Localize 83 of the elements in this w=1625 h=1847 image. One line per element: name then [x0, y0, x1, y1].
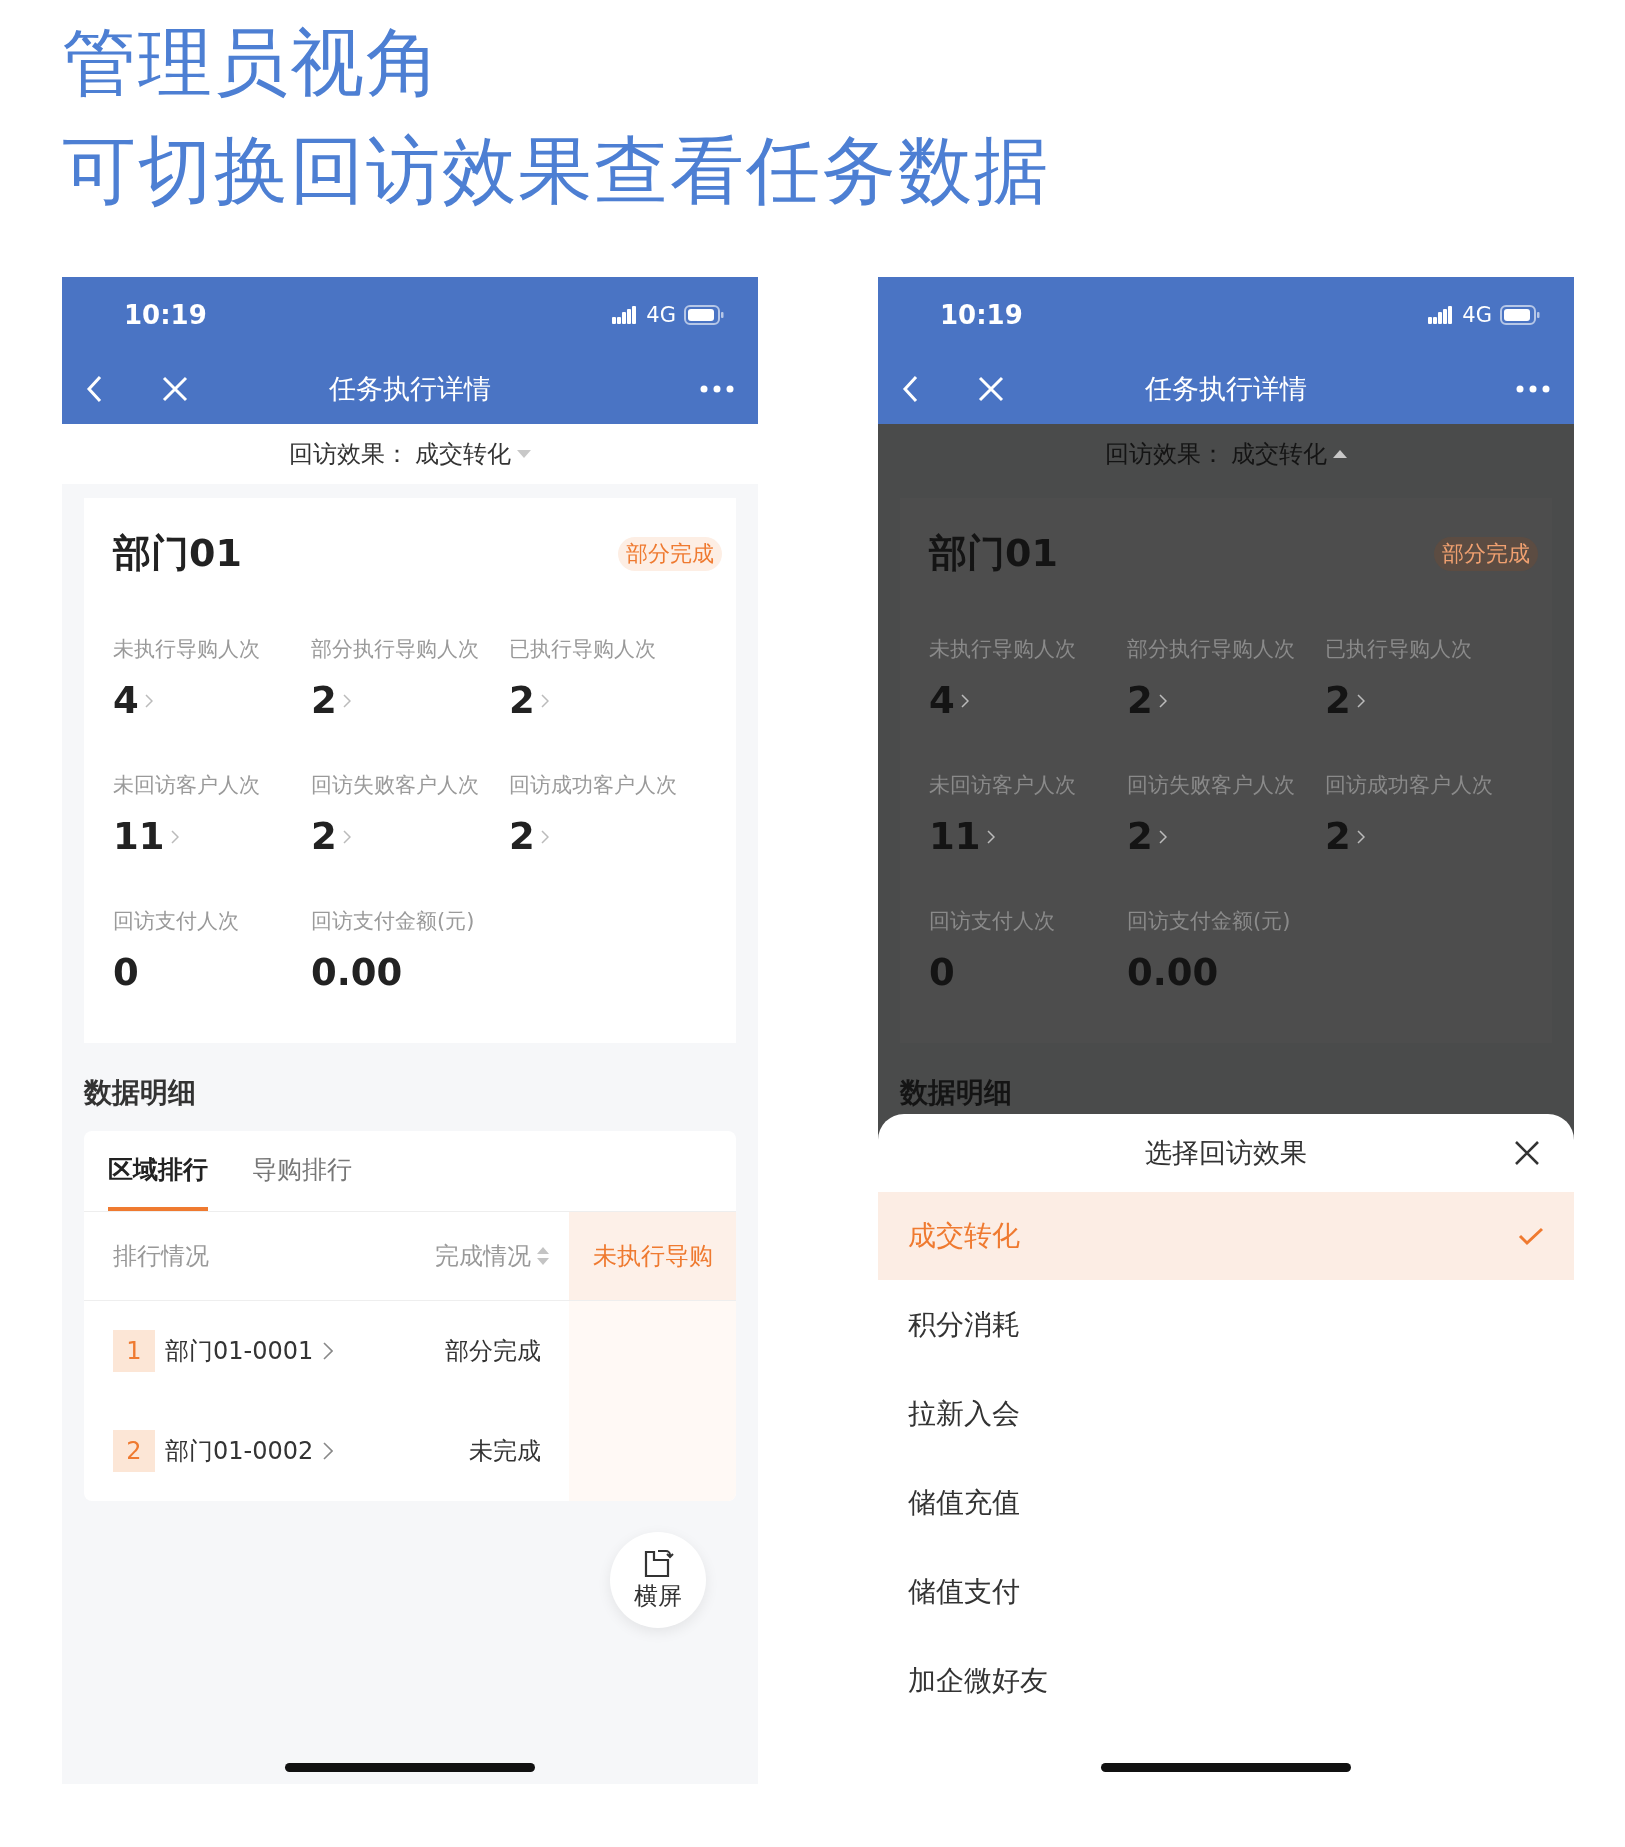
tab[interactable]: 导购排行 — [252, 1131, 352, 1211]
stat-value[interactable]: 4 — [113, 682, 153, 719]
section-title: 数据明细 — [84, 1075, 197, 1111]
chevron-icon — [323, 1441, 334, 1461]
stat-label: 回访失败客户人次 — [311, 772, 480, 799]
stat-value: 0 — [929, 954, 955, 991]
chevron-icon — [960, 692, 969, 709]
sheet-title: 选择回访效果 — [1145, 1136, 1307, 1170]
option-item[interactable]: 储值充值 — [878, 1458, 1574, 1547]
battery-icon — [684, 305, 724, 325]
stat-label: 回访支付金额(元) — [311, 908, 476, 935]
option-item[interactable]: 拉新入会 — [878, 1369, 1574, 1458]
stat-value: 0.00 — [311, 954, 403, 991]
chevron-icon — [1356, 828, 1365, 845]
more-icon[interactable] — [1516, 384, 1550, 393]
landscape-button[interactable]: 横屏 — [610, 1532, 706, 1628]
stat-label: 回访支付人次 — [113, 908, 240, 935]
stat-label: 未回访客户人次 — [929, 772, 1077, 799]
stat-value[interactable]: 2 — [509, 682, 549, 719]
rank-badge: 1 — [113, 1330, 155, 1372]
tab[interactable]: 区域排行 — [108, 1131, 208, 1211]
network-label: 4G — [646, 303, 676, 327]
stat-value: 0.00 — [1127, 954, 1219, 991]
network-label: 4G — [1462, 303, 1492, 327]
headline: 可切换回访效果查看任务数据 — [62, 126, 1050, 215]
stat-label: 已执行导购人次 — [509, 636, 657, 663]
rotate-screen-icon — [642, 1548, 674, 1578]
chevron-icon — [540, 692, 549, 709]
stat-label: 回访成功客户人次 — [1325, 772, 1494, 799]
option-item[interactable]: 加企微好友 — [878, 1636, 1574, 1725]
table-cell-text: 未完成 — [469, 1436, 541, 1467]
row-name[interactable]: 部门01-0001 — [165, 1335, 314, 1367]
back-icon[interactable] — [86, 374, 102, 403]
signal-icon — [612, 306, 639, 324]
stat-label: 部分执行导购人次 — [1127, 636, 1296, 663]
filter-label: 回访效果： — [289, 439, 409, 470]
chevron-icon — [1356, 692, 1365, 709]
page-title: 任务执行详情 — [329, 371, 491, 406]
page-title: 任务执行详情 — [1145, 371, 1307, 406]
close-icon[interactable] — [1514, 1140, 1540, 1166]
rank-badge: 2 — [113, 1430, 155, 1472]
stat-label: 回访支付金额(元) — [1127, 908, 1292, 935]
option-item[interactable]: 积分消耗 — [878, 1280, 1574, 1369]
column-header: 未执行导购 — [569, 1212, 736, 1301]
card-title: 部门01 — [113, 530, 242, 577]
status-badge: 部分完成 — [618, 536, 722, 571]
chevron-icon — [170, 828, 179, 845]
chevron-icon — [342, 828, 351, 845]
option-item[interactable]: 储值支付 — [878, 1547, 1574, 1636]
stat-label: 回访支付人次 — [929, 908, 1056, 935]
chevron-icon — [342, 692, 351, 709]
chevron-icon — [1158, 828, 1167, 845]
status-time: 10:19 — [940, 300, 1023, 330]
chevron-icon — [540, 828, 549, 845]
chevron-icon — [986, 828, 995, 845]
battery-icon — [1500, 305, 1540, 325]
stat-label: 未回访客户人次 — [113, 772, 261, 799]
stat-label: 未执行导购人次 — [113, 636, 261, 663]
status-time: 10:19 — [124, 300, 207, 330]
more-icon[interactable] — [700, 384, 734, 393]
chevron-icon — [323, 1341, 334, 1361]
stat-label: 未执行导购人次 — [929, 636, 1077, 663]
row-name[interactable]: 部门01-0002 — [165, 1435, 314, 1467]
stat-value[interactable]: 2 — [509, 818, 549, 855]
check-icon — [1518, 1226, 1544, 1246]
status-badge: 部分完成 — [1434, 536, 1538, 571]
column-header: 排行情况 — [84, 1212, 399, 1301]
stat-label: 回访成功客户人次 — [509, 772, 678, 799]
signal-icon — [1428, 306, 1455, 324]
stat-label: 部分执行导购人次 — [311, 636, 480, 663]
stat-value[interactable]: 11 — [113, 818, 179, 855]
card-title: 部门01 — [929, 530, 1058, 577]
stat-value[interactable]: 2 — [311, 818, 351, 855]
chevron-icon — [1158, 692, 1167, 709]
stat-label: 已执行导购人次 — [1325, 636, 1473, 663]
chevron-icon — [144, 692, 153, 709]
back-icon[interactable] — [902, 374, 918, 403]
stat-value[interactable]: 2 — [311, 682, 351, 719]
stat-value: 0 — [113, 954, 139, 991]
table-cell-text: 部分完成 — [445, 1336, 541, 1367]
headline: 管理员视角 — [62, 18, 442, 107]
stat-label: 回访失败客户人次 — [1127, 772, 1296, 799]
filter-dropdown[interactable]: 成交转化 — [415, 438, 511, 470]
